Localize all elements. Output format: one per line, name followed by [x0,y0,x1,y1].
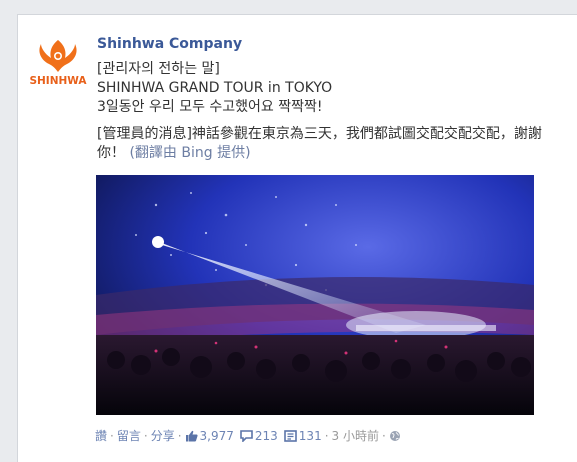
post-message: [관리자의 전하는 말] SHINHWA GRAND TOUR in TOKYO… [97,60,547,163]
comment-link[interactable]: 留言 [117,427,141,444]
message-line: SHINHWA GRAND TOUR in TOKYO [97,80,333,96]
translation-credit[interactable]: (翻譯由 Bing 提供) [129,145,250,161]
post-timestamp[interactable]: 3 小時前 [332,427,379,444]
separator: · [324,428,329,443]
separator: · [143,428,148,443]
separator: · [177,428,182,443]
translated-message: [管理員的消息]神話參觀在東京為三天，我們都試圖交配交配交配，謝謝你！ (翻譯由… [97,125,547,163]
comment-bubble-icon [240,429,253,442]
share-icon [283,429,297,442]
message-line: [관리자의 전하는 말] [97,61,220,77]
post-actions-bar: 讚 · 留言 · 分享 · 3,977 213 131 · 3 小時前 · [95,427,403,444]
message-line: 3일동안 우리 모두 수고했어요 짝짝짝! [97,99,323,115]
separator: · [110,428,114,443]
like-link[interactable]: 讚 [95,427,107,444]
page-name-link[interactable]: Shinhwa Company [97,36,242,52]
separator: · [381,428,386,443]
globe-icon[interactable] [389,430,401,442]
comments-count[interactable]: 213 [255,429,278,443]
shinhwa-logo-avatar[interactable]: SHINHWA [29,34,87,92]
shares-count[interactable]: 131 [299,429,322,443]
post-photo-concert[interactable] [96,175,534,415]
thumbs-up-icon [185,430,198,441]
likes-count[interactable]: 3,977 [200,429,234,443]
share-link[interactable]: 分享 [151,427,175,444]
avatar-wordmark: SHINHWA [29,75,87,87]
